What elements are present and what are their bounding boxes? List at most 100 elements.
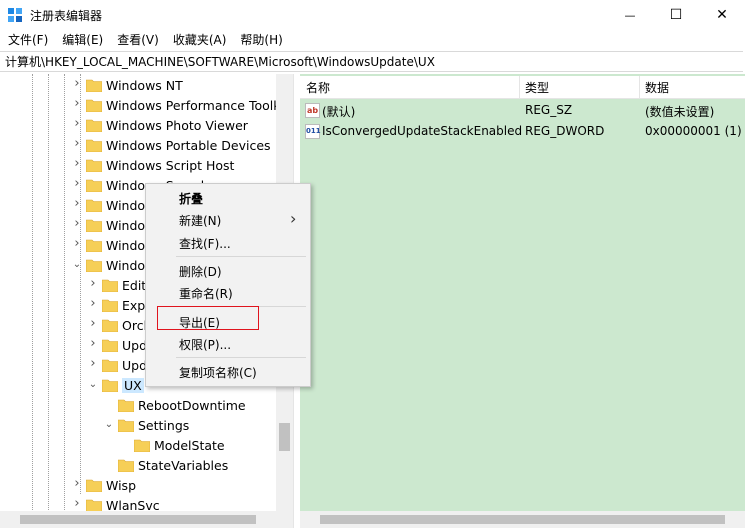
folder-icon bbox=[102, 359, 118, 372]
regedit-app-icon bbox=[8, 8, 22, 22]
folder-icon bbox=[118, 399, 134, 412]
menu-help[interactable]: 帮助(H) bbox=[233, 30, 289, 51]
chevron-right-icon[interactable]: › bbox=[88, 336, 98, 351]
value-row-isconverged[interactable]: 011 IsConvergedUpdateStackEnabled REG_DW… bbox=[300, 121, 745, 142]
chevron-down-icon[interactable]: ⌄ bbox=[72, 259, 82, 270]
tree-hscroll-thumb[interactable] bbox=[20, 515, 256, 524]
folder-icon bbox=[86, 179, 102, 192]
tree-node-label: StateVariables bbox=[138, 458, 229, 473]
chevron-right-icon[interactable]: › bbox=[72, 156, 82, 171]
chevron-right-icon[interactable]: › bbox=[72, 136, 82, 151]
tree-node-label: Windows NT bbox=[106, 78, 183, 93]
window-title: 注册表编辑器 bbox=[30, 9, 103, 23]
address-path: 计算机\HKEY_LOCAL_MACHINE\SOFTWARE\Microsof… bbox=[5, 55, 435, 69]
tree-node[interactable]: ModelState bbox=[0, 436, 276, 456]
minimize-button[interactable]: — bbox=[607, 0, 653, 30]
folder-icon bbox=[102, 379, 118, 392]
values-header: 名称 类型 数据 bbox=[300, 76, 745, 99]
menu-edit[interactable]: 编辑(E) bbox=[55, 30, 110, 51]
tree-node-label: Windows Photo Viewer bbox=[106, 118, 248, 133]
folder-icon bbox=[102, 279, 118, 292]
minimize-icon: — bbox=[624, 8, 636, 22]
chevron-right-icon[interactable]: › bbox=[88, 316, 98, 331]
folder-icon bbox=[86, 259, 102, 272]
tree-node[interactable]: › Windows Performance Toolk bbox=[0, 96, 280, 116]
folder-icon bbox=[86, 239, 102, 252]
tree-node-label: Windows Performance Toolk bbox=[106, 98, 281, 113]
chevron-right-icon[interactable]: › bbox=[72, 96, 82, 111]
folder-icon bbox=[86, 479, 102, 492]
menu-permissions[interactable]: 权限(P)... bbox=[179, 336, 231, 353]
menu-bar: 文件(F) 编辑(E) 查看(V) 收藏夹(A) 帮助(H) bbox=[0, 30, 745, 51]
menu-rename[interactable]: 重命名(R) bbox=[179, 285, 233, 302]
menu-collapse[interactable]: 折叠 bbox=[179, 190, 203, 207]
folder-icon bbox=[86, 79, 102, 92]
folder-icon bbox=[134, 439, 150, 452]
value-data: 0x00000001 (1) bbox=[645, 124, 742, 138]
value-type: REG_DWORD bbox=[525, 124, 605, 138]
chevron-right-icon[interactable]: › bbox=[72, 76, 82, 91]
maximize-button[interactable]: ☐ bbox=[653, 0, 699, 30]
menu-find[interactable]: 查找(F)... bbox=[179, 235, 231, 252]
value-data: (数值未设置) bbox=[645, 105, 715, 119]
tree-node[interactable]: › Windows NT bbox=[0, 76, 276, 96]
folder-icon bbox=[86, 219, 102, 232]
folder-icon bbox=[86, 199, 102, 212]
chevron-right-icon[interactable]: › bbox=[72, 176, 82, 191]
context-menu: 折叠 新建(N) › 查找(F)... 删除(D) 重命名(R) 导出(E) 权… bbox=[145, 183, 311, 387]
folder-icon bbox=[86, 159, 102, 172]
tree-node[interactable]: ⌄ Settings bbox=[0, 416, 276, 436]
chevron-right-icon[interactable]: › bbox=[72, 476, 82, 491]
menu-new[interactable]: 新建(N) bbox=[179, 212, 221, 229]
folder-icon bbox=[118, 419, 134, 432]
chevron-right-icon[interactable]: › bbox=[72, 236, 82, 251]
tree-node[interactable]: › Windows Photo Viewer bbox=[0, 116, 276, 136]
folder-icon bbox=[118, 459, 134, 472]
title-bar: 注册表编辑器 — ☐ ✕ bbox=[0, 0, 745, 30]
chevron-down-icon[interactable]: ⌄ bbox=[88, 379, 98, 390]
address-bar[interactable]: 计算机\HKEY_LOCAL_MACHINE\SOFTWARE\Microsof… bbox=[0, 51, 743, 72]
folder-icon bbox=[86, 119, 102, 132]
column-name[interactable]: 名称 bbox=[306, 79, 330, 96]
tree-node[interactable]: › Windows Portable Devices bbox=[0, 136, 276, 156]
dword-value-icon: 011 bbox=[305, 124, 321, 139]
menu-view[interactable]: 查看(V) bbox=[110, 30, 166, 51]
tree-node-label: ModelState bbox=[154, 438, 225, 453]
chevron-down-icon[interactable]: ⌄ bbox=[104, 419, 114, 430]
folder-icon bbox=[86, 139, 102, 152]
value-row-default[interactable]: ab (默认) REG_SZ (数值未设置) bbox=[300, 100, 745, 121]
tree-node[interactable]: › Windows Script Host bbox=[0, 156, 276, 176]
values-horizontal-scrollbar[interactable] bbox=[300, 511, 745, 528]
folder-icon bbox=[102, 339, 118, 352]
menu-copy-key-name[interactable]: 复制项名称(C) bbox=[179, 364, 257, 381]
menu-file[interactable]: 文件(F) bbox=[0, 30, 55, 51]
tree-node-label: Settings bbox=[138, 418, 190, 433]
values-hscroll-thumb[interactable] bbox=[320, 515, 725, 524]
column-data[interactable]: 数据 bbox=[645, 79, 669, 96]
submenu-arrow-icon: › bbox=[290, 209, 297, 228]
column-type[interactable]: 类型 bbox=[525, 79, 549, 96]
tree-node-label: Wisp bbox=[106, 478, 137, 493]
scroll-corner bbox=[276, 511, 293, 528]
close-button[interactable]: ✕ bbox=[699, 0, 745, 30]
chevron-right-icon[interactable]: › bbox=[72, 116, 82, 131]
menu-favorites[interactable]: 收藏夹(A) bbox=[166, 30, 234, 51]
tree-scroll-thumb[interactable] bbox=[279, 423, 290, 451]
chevron-right-icon[interactable]: › bbox=[88, 356, 98, 371]
chevron-right-icon[interactable]: › bbox=[72, 196, 82, 211]
tree-horizontal-scrollbar[interactable] bbox=[0, 511, 276, 528]
tree-node-label: UX bbox=[122, 378, 144, 393]
value-type: REG_SZ bbox=[525, 103, 573, 117]
chevron-right-icon[interactable]: › bbox=[88, 296, 98, 311]
chevron-right-icon[interactable]: › bbox=[72, 496, 82, 511]
close-icon: ✕ bbox=[716, 7, 728, 23]
value-name: IsConvergedUpdateStackEnabled bbox=[322, 124, 523, 138]
chevron-right-icon[interactable]: › bbox=[72, 216, 82, 231]
menu-delete[interactable]: 删除(D) bbox=[179, 263, 222, 280]
chevron-right-icon[interactable]: › bbox=[88, 276, 98, 291]
folder-icon bbox=[102, 299, 118, 312]
tree-node[interactable]: RebootDowntime bbox=[0, 396, 276, 416]
folder-icon bbox=[102, 319, 118, 332]
tree-node[interactable]: › Wisp bbox=[0, 476, 276, 496]
tree-node[interactable]: StateVariables bbox=[0, 456, 276, 476]
